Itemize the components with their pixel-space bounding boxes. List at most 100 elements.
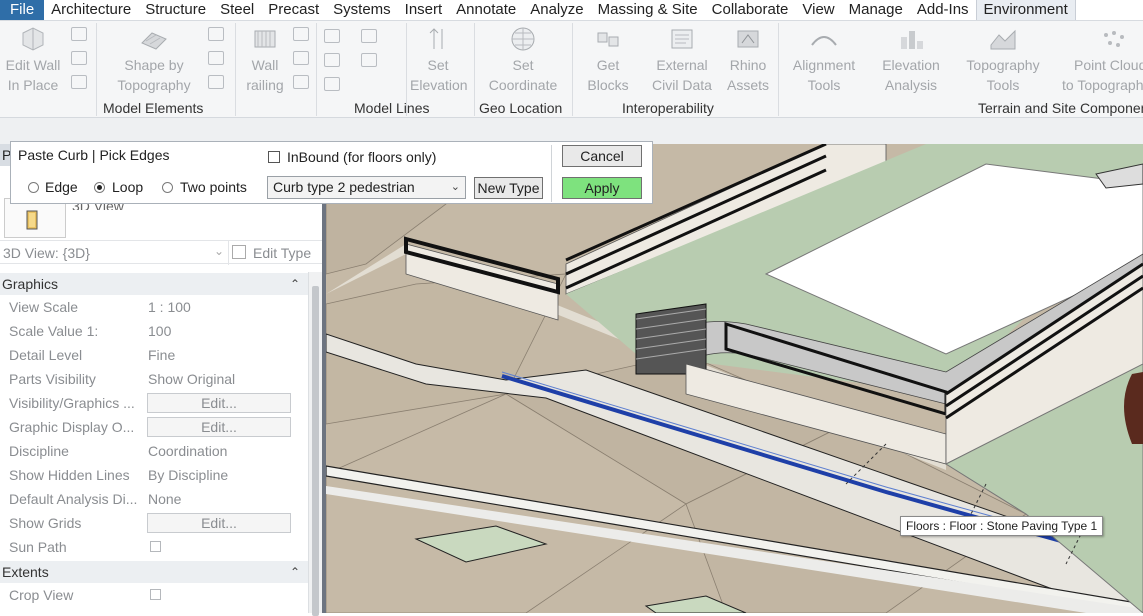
curb-type-select[interactable]: Curb type 2 pedestrian ⌄ <box>267 176 466 199</box>
shape-by-topography-button[interactable]: Shape by Topography <box>108 25 200 95</box>
3d-view-canvas[interactable] <box>322 142 1143 614</box>
wall-railing-icon <box>254 30 276 48</box>
wall-railing-label-2: railing <box>246 77 284 93</box>
wall-railing-button[interactable]: Wall railing <box>240 25 290 95</box>
small-tool-icon[interactable] <box>208 75 224 89</box>
point-cloud-button[interactable]: Point Cloud to Topography <box>1062 25 1143 95</box>
tab-analyze[interactable]: Analyze <box>523 0 590 20</box>
get-blocks-label-1: Get <box>596 57 620 73</box>
small-tool-icon[interactable] <box>71 51 87 65</box>
prop-key: Show Grids <box>9 515 82 531</box>
set-coordinate-button[interactable]: Set Coordinate <box>480 25 566 95</box>
small-tool-icon[interactable] <box>208 27 224 41</box>
edit-wall-label-1: Edit Wall <box>5 57 61 73</box>
small-tool-icon[interactable] <box>293 75 309 89</box>
radio-edge[interactable] <box>28 182 39 193</box>
group-model-elements: Model Elements <box>103 100 204 116</box>
apply-button[interactable]: Apply <box>562 177 642 199</box>
tab-view[interactable]: View <box>795 0 841 20</box>
graphics-section-header[interactable]: Graphics ⌃ <box>0 273 322 295</box>
prop-key: Detail Level <box>9 347 83 363</box>
tab-annotate[interactable]: Annotate <box>449 0 523 20</box>
set-coordinate-label-1: Set <box>512 57 534 73</box>
external-civil-data-button[interactable]: External Civil Data <box>644 25 720 95</box>
small-tool-icon[interactable] <box>71 27 87 41</box>
prop-key: Visibility/Graphics ... <box>9 395 135 411</box>
inbound-checkbox[interactable] <box>268 151 280 163</box>
tab-architecture[interactable]: Architecture <box>44 0 138 20</box>
small-tool-icon[interactable] <box>208 51 224 65</box>
globe-icon <box>511 27 535 51</box>
prop-key: Discipline <box>9 443 69 459</box>
alignment-tools-button[interactable]: Alignment Tools <box>786 25 862 95</box>
elevation-analysis-label-2: Analysis <box>884 77 938 93</box>
prop-row: Discipline Coordination <box>0 439 307 463</box>
alignment-label-2: Tools <box>807 77 841 93</box>
curb-type-value: Curb type 2 pedestrian <box>273 179 415 195</box>
set-elevation-label-1: Set <box>427 57 449 73</box>
ribbon-tabs: File Architecture Structure Steel Precas… <box>0 0 1143 20</box>
tab-steel[interactable]: Steel <box>213 0 261 20</box>
sun-path-checkbox[interactable] <box>150 541 161 552</box>
scrollbar-thumb[interactable] <box>312 286 319 616</box>
edit-wall-label-2: In Place <box>7 77 59 93</box>
wall-railing-label-1: Wall <box>251 57 279 73</box>
cancel-button[interactable]: Cancel <box>562 145 642 167</box>
small-tool-icon[interactable] <box>293 27 309 41</box>
new-type-button[interactable]: New Type <box>474 177 543 199</box>
tab-structure[interactable]: Structure <box>138 0 213 20</box>
crop-view-checkbox[interactable] <box>150 589 161 600</box>
collapse-icon: ⌃ <box>289 277 300 291</box>
set-coordinate-label-2: Coordinate <box>488 77 558 93</box>
view-instance-row: 3D View: {3D} ⌄ Edit Type <box>0 240 322 265</box>
set-elevation-button[interactable]: Set Elevation <box>410 25 468 95</box>
model-line-icon[interactable] <box>361 29 377 43</box>
model-line-icon[interactable] <box>361 53 377 67</box>
topography-tools-button[interactable]: Topography Tools <box>960 25 1046 95</box>
tab-massing-site[interactable]: Massing & Site <box>591 0 705 20</box>
tab-file[interactable]: File <box>0 0 45 20</box>
graphic-display-edit-button[interactable]: Edit... <box>147 417 291 437</box>
set-elevation-icon <box>429 28 443 49</box>
element-tooltip: Floors : Floor : Stone Paving Type 1 <box>900 516 1104 536</box>
elevation-analysis-button[interactable]: Elevation Analysis <box>872 25 950 95</box>
get-blocks-button[interactable]: Get Blocks <box>580 25 636 95</box>
tab-add-ins[interactable]: Add-Ins <box>910 0 976 20</box>
tab-collaborate[interactable]: Collaborate <box>705 0 796 20</box>
external-civil-label-2: Civil Data <box>652 77 712 93</box>
elevation-analysis-label-1: Elevation <box>882 57 940 73</box>
tab-precast[interactable]: Precast <box>261 0 326 20</box>
model-line-icon[interactable] <box>324 29 340 43</box>
edit-wall-in-place-button[interactable]: Edit Wall In Place <box>2 25 64 95</box>
tab-manage[interactable]: Manage <box>842 0 910 20</box>
edit-type-button[interactable]: Edit Type <box>253 245 311 261</box>
point-cloud-label-1: Point Cloud <box>1074 57 1143 73</box>
prop-key: Graphic Display O... <box>9 419 135 435</box>
small-tool-icon[interactable] <box>71 75 87 89</box>
model-line-icon[interactable] <box>324 53 340 67</box>
3d-model-viewport[interactable] <box>325 142 1143 614</box>
shape-by-label-2: Topography <box>117 77 191 93</box>
small-tool-icon[interactable] <box>293 51 309 65</box>
properties-palette: Pr 3D View 3D View: {3D} ⌄ Edit Type Gra… <box>0 144 322 616</box>
shape-by-label-1: Shape by <box>124 57 184 73</box>
edit-type-icon <box>232 245 246 259</box>
view-thumbnail <box>4 198 66 238</box>
tab-systems[interactable]: Systems <box>326 0 398 20</box>
show-grids-edit-button[interactable]: Edit... <box>147 513 291 533</box>
rhino-assets-button[interactable]: Rhino Assets <box>722 25 774 95</box>
prop-value: 100 <box>148 323 172 339</box>
paste-curb-options-bar: Paste Curb | Pick Edges InBound (for flo… <box>10 141 653 204</box>
extents-section-header[interactable]: Extents ⌃ <box>0 561 322 583</box>
radio-loop[interactable] <box>94 182 105 193</box>
tab-environment[interactable]: Environment <box>975 0 1076 20</box>
view-selector[interactable]: 3D View: {3D} <box>3 245 90 261</box>
group-terrain: Terrain and Site Components <box>978 100 1143 116</box>
radio-two-points[interactable] <box>162 182 173 193</box>
visibility-graphics-edit-button[interactable]: Edit... <box>147 393 291 413</box>
model-line-icon[interactable] <box>324 77 340 91</box>
prop-row: Graphic Display O... Edit... <box>0 415 307 439</box>
properties-scrollbar[interactable] <box>308 272 322 616</box>
tab-insert[interactable]: Insert <box>398 0 450 20</box>
prop-key: Show Hidden Lines <box>9 467 130 483</box>
